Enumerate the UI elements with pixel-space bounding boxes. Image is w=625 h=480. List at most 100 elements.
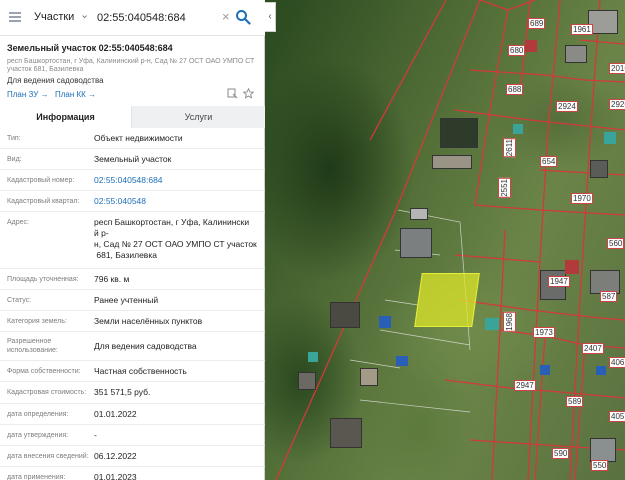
building xyxy=(298,372,316,390)
roof xyxy=(396,356,408,366)
info-row-value: - xyxy=(94,430,97,440)
info-row: Кадастровый квартал: 02:55:040548 xyxy=(0,191,265,212)
parcel-label[interactable]: 1973 xyxy=(533,327,555,338)
info-row-key-line: использование: xyxy=(7,347,58,354)
info-row-key: Кадастровый номер: xyxy=(7,177,75,184)
parcel-label[interactable]: 4057 xyxy=(609,411,625,422)
parcel-label[interactable]: 654 xyxy=(540,156,558,167)
info-row: дата определения: 01.01.2022 xyxy=(0,404,265,425)
collapse-icon[interactable]: ‹ xyxy=(265,2,276,32)
building xyxy=(360,368,378,386)
info-row-value: Земли населённых пунктов xyxy=(94,316,203,326)
print-icon[interactable] xyxy=(227,88,238,99)
building xyxy=(590,438,616,462)
info-row-key: Адрес: xyxy=(7,219,29,226)
roof xyxy=(513,124,523,134)
info-row-key: Тип: xyxy=(7,135,21,142)
parcel-label[interactable]: 689 xyxy=(528,18,546,29)
info-row-value: 06.12.2022 xyxy=(94,451,137,461)
cadastral-number-link[interactable]: 02:55:040548:684 xyxy=(94,175,260,186)
info-row-value: 796 кв. м xyxy=(94,274,130,284)
info-row-value: 351 571,5 руб. xyxy=(94,387,151,397)
chevron-down-icon[interactable]: ⌄ xyxy=(80,8,89,21)
parcel-label[interactable]: 4061 xyxy=(609,357,625,368)
address-line: 681, Базилевка xyxy=(94,250,157,260)
cadastral-quarter-link[interactable]: 02:55:040548 xyxy=(94,196,260,207)
roof xyxy=(540,365,550,375)
roof xyxy=(596,366,606,375)
selected-parcel-highlight[interactable] xyxy=(414,273,480,327)
roof xyxy=(308,352,318,362)
parcel-label[interactable]: 550 xyxy=(591,460,609,471)
info-row-key: Категория земель: xyxy=(7,318,67,325)
parcel-label[interactable]: 560 xyxy=(607,238,625,249)
info-row-value: Ранее учтенный xyxy=(94,295,159,305)
menu-icon[interactable] xyxy=(9,12,21,22)
star-icon[interactable] xyxy=(243,88,254,99)
parcel-title: Земельный участок 02:55:040548:684 xyxy=(7,43,173,53)
parcel-label[interactable]: 1970 xyxy=(571,193,593,204)
parcel-label[interactable]: 688 xyxy=(506,84,524,95)
building xyxy=(330,302,360,328)
layer-select[interactable]: Участки xyxy=(34,11,74,23)
info-row-value: Объект недвижимости xyxy=(94,133,183,143)
plan-kk-link[interactable]: План КК → xyxy=(55,90,96,99)
parcel-label[interactable]: 2551 xyxy=(498,178,511,198)
info-row: Площадь уточненная: 796 кв. м xyxy=(0,269,265,290)
info-row: дата внесения сведений: 06.12.2022 xyxy=(0,446,265,467)
info-row-key: Кадастровая стоимость: xyxy=(7,389,87,396)
search-icon[interactable] xyxy=(235,9,251,25)
info-panel: Участки ⌄ × ‹ Земельный участок 02:55:04… xyxy=(0,0,276,480)
building xyxy=(565,45,587,63)
clear-icon[interactable]: × xyxy=(222,9,230,25)
parcel-label[interactable]: 680 xyxy=(508,45,526,56)
parcel-label[interactable]: 587 xyxy=(600,291,618,302)
parcel-label[interactable]: 2926 xyxy=(609,99,625,110)
roof xyxy=(565,260,579,274)
parcel-label[interactable]: 590 xyxy=(552,448,570,459)
info-row-value: 01.01.2022 xyxy=(94,409,137,419)
parcel-label[interactable]: 1947 xyxy=(548,276,570,287)
parcel-label[interactable]: 2924 xyxy=(556,101,578,112)
info-row: Разрешенное использование: Для ведения с… xyxy=(0,332,265,361)
parcel-label[interactable]: 1968 xyxy=(503,312,516,332)
parcel-label[interactable]: 2016 xyxy=(609,63,625,74)
plan-zu-link[interactable]: План ЗУ → xyxy=(7,90,49,99)
search-input[interactable] xyxy=(97,9,219,27)
building xyxy=(432,155,472,169)
info-row-key: Разрешенное использование: xyxy=(7,337,91,355)
building xyxy=(400,228,432,258)
roof xyxy=(485,318,499,330)
info-row-key: дата применения: xyxy=(7,474,66,480)
info-row-key: Кадастровый квартал: xyxy=(7,198,80,205)
info-row: Категория земель: Земли населённых пункт… xyxy=(0,311,265,332)
tab-services[interactable]: Услуги xyxy=(132,106,265,128)
search-bar: Участки ⌄ × xyxy=(0,0,265,36)
parcel-label[interactable]: 589 xyxy=(566,396,584,407)
info-row: дата утверждения: - xyxy=(0,425,265,446)
building xyxy=(590,160,608,178)
info-row: Кадастровая стоимость: 351 571,5 руб. xyxy=(0,382,265,404)
info-row: Форма собственности: Частная собственнос… xyxy=(0,361,265,382)
info-row-key: Вид: xyxy=(7,156,22,163)
parcel-label[interactable]: 2611 xyxy=(503,138,516,158)
address-line: й р- xyxy=(94,228,109,238)
roof xyxy=(379,316,391,328)
building xyxy=(410,208,428,220)
parcel-label[interactable]: 2947 xyxy=(514,380,536,391)
info-row-key-line: Разрешенное xyxy=(7,338,52,345)
info-row: дата применения: 01.01.2023 xyxy=(0,467,265,480)
info-row-value: респ Башкортостан, г Уфа, Калинински й р… xyxy=(94,217,260,261)
info-row: Адрес: респ Башкортостан, г Уфа, Калинин… xyxy=(0,212,265,269)
info-row-key: дата определения: xyxy=(7,411,69,418)
address-line: н, Сад № 27 ОСТ ОАО УМПО СТ участок xyxy=(94,239,257,249)
roof xyxy=(604,132,616,144)
info-row: Кадастровый номер: 02:55:040548:684 xyxy=(0,170,265,191)
parcel-label[interactable]: 2407 xyxy=(582,343,604,354)
info-row-key: Площадь уточненная: xyxy=(7,276,79,283)
tab-info[interactable]: Информация xyxy=(0,106,132,128)
parcel-label[interactable]: 1961 xyxy=(571,24,593,35)
info-row-key: дата внесения сведений: xyxy=(7,453,89,460)
address-line: респ Башкортостан, г Уфа, Калинински xyxy=(94,217,250,227)
info-row: Статус: Ранее учтенный xyxy=(0,290,265,311)
